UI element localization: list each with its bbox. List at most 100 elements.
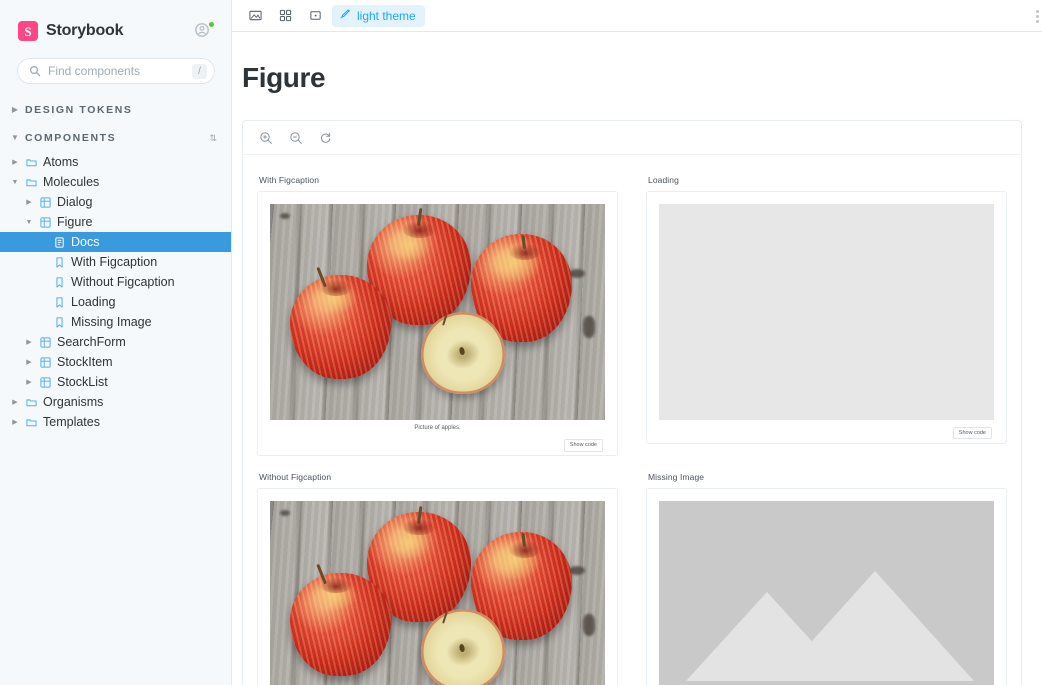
tree-item-label: SearchForm <box>57 335 126 349</box>
tree-item-loading[interactable]: Loading <box>0 292 231 312</box>
story-icon <box>54 276 65 288</box>
figcaption: Picture of apples. <box>414 425 461 431</box>
group-components[interactable]: ▼ COMPONENTS ⇅ <box>0 124 231 152</box>
component-tree: ▶ DESIGN TOKENS ▼ COMPONENTS ⇅ ▶ Atoms ▼ Mo… <box>0 84 231 432</box>
storybook-logo-icon: S <box>18 21 38 41</box>
sidebar-header: S Storybook <box>0 0 231 46</box>
chevron-right-icon[interactable]: ▶ <box>10 399 20 406</box>
component-icon <box>40 376 51 388</box>
toolbar-overflow[interactable] <box>1036 0 1040 32</box>
story-body: Picture of apples. <box>270 204 605 432</box>
brand[interactable]: S Storybook <box>18 21 124 41</box>
folder-icon <box>26 157 37 168</box>
show-code-button[interactable]: Show code <box>563 439 603 452</box>
tree-item-docs[interactable]: Docs <box>0 232 231 252</box>
chevron-down-icon[interactable]: ▼ <box>10 179 20 186</box>
component-icon <box>40 216 51 228</box>
chevron-right-icon[interactable]: ▶ <box>10 159 20 166</box>
chevron-right-icon[interactable]: ▶ <box>24 379 34 386</box>
tree-item-without-figcaption[interactable]: Without Figcaption <box>0 272 231 292</box>
tree-item-dialog[interactable]: ▶ Dialog <box>0 192 231 212</box>
chevron-right-icon[interactable]: ▶ <box>24 359 34 366</box>
story-missing-image: Missing Image Show code <box>646 464 1007 685</box>
figure: Picture of apples. <box>270 204 605 432</box>
tree-item-searchform[interactable]: ▶ SearchForm <box>0 332 231 352</box>
story-body <box>270 501 605 685</box>
story-footer: Show code <box>659 423 994 443</box>
tree-item-label: Figure <box>57 215 93 229</box>
tree-item-label: Dialog <box>57 195 93 209</box>
tree-item-atoms[interactable]: ▶ Atoms <box>0 152 231 172</box>
image-snapshot-icon[interactable] <box>242 4 268 28</box>
loading-skeleton <box>659 204 994 420</box>
story-body <box>659 501 994 685</box>
sidebar: S Storybook Find components / ▶ DESIGN T… <box>0 0 232 685</box>
tree-item-label: StockItem <box>57 355 113 369</box>
folder-icon <box>26 417 37 428</box>
theme-label: light theme <box>357 8 416 23</box>
search-input[interactable] <box>48 64 185 78</box>
grid-icon[interactable] <box>272 4 298 28</box>
tree-item-label: Missing Image <box>71 315 152 329</box>
story-without-figcaption: Without Figcaption Show code <box>257 464 618 685</box>
story-frame: Show code <box>257 488 618 685</box>
tree-item-stockitem[interactable]: ▶ StockItem <box>0 352 231 372</box>
tree-item-label: Molecules <box>43 175 100 189</box>
preview-card: With Figcaption Picture of apples. Show co… <box>242 120 1022 685</box>
story-label: Without Figcaption <box>259 472 332 483</box>
docs-page: Figure With Figcaption Picture of apples… <box>232 32 1042 685</box>
account-status-icon[interactable] <box>193 20 215 42</box>
chevron-down-icon: ▼ <box>11 133 19 142</box>
search-box[interactable]: / <box>17 58 215 84</box>
tree-item-figure[interactable]: ▼ Figure <box>0 212 231 232</box>
zoom-in-icon[interactable] <box>257 129 275 147</box>
paintbrush-icon <box>339 8 351 23</box>
tree-item-label: Without Figcaption <box>71 275 175 289</box>
figure <box>659 204 994 420</box>
tree-item-missing-image[interactable]: Missing Image <box>0 312 231 332</box>
component-icon <box>40 336 51 348</box>
chevron-right-icon[interactable]: ▶ <box>24 199 34 206</box>
tree-item-label: StockList <box>57 375 108 389</box>
more-vertical-icon <box>1036 9 1040 23</box>
story-label: Missing Image <box>648 472 705 483</box>
search-shortcut-badge: / <box>192 63 207 79</box>
stories-grid: With Figcaption Picture of apples. Show co… <box>243 155 1021 685</box>
outline-box-icon[interactable] <box>302 4 328 28</box>
apples-photo <box>270 501 605 685</box>
folder-icon <box>26 177 37 188</box>
tree-item-with-figcaption[interactable]: With Figcaption <box>0 252 231 272</box>
story-footer: Show code <box>270 435 605 455</box>
tree-item-molecules[interactable]: ▼ Molecules <box>0 172 231 192</box>
docs-inner: Figure With Figcaption Picture of apples… <box>232 32 1042 685</box>
component-icon <box>40 356 51 368</box>
tree-item-label: Organisms <box>43 395 104 409</box>
chevron-right-icon[interactable]: ▶ <box>24 339 34 346</box>
expand-all-icon[interactable]: ⇅ <box>209 133 217 143</box>
tree-item-stocklist[interactable]: ▶ StockList <box>0 372 231 392</box>
search-container: / <box>0 46 231 84</box>
tree-item-templates[interactable]: ▶ Templates <box>0 412 231 432</box>
zoom-out-icon[interactable] <box>287 129 305 147</box>
chevron-right-icon: ▶ <box>11 105 19 114</box>
component-icon <box>40 196 51 208</box>
theme-toggle-button[interactable]: light theme <box>332 4 425 27</box>
story-icon <box>54 316 65 328</box>
docs-icon <box>54 236 65 248</box>
story-icon <box>54 256 65 268</box>
zoom-reset-icon[interactable] <box>317 129 335 147</box>
chevron-right-icon[interactable]: ▶ <box>10 419 20 426</box>
show-code-button[interactable]: Show code <box>952 426 992 440</box>
story-frame: Show code <box>646 191 1007 444</box>
apples-photo <box>270 204 605 420</box>
chevron-down-icon[interactable]: ▼ <box>24 219 34 226</box>
group-design-tokens[interactable]: ▶ DESIGN TOKENS <box>0 96 231 124</box>
preview-toolbar: light theme <box>232 0 1042 32</box>
story-with-figcaption: With Figcaption Picture of apples. Show co… <box>257 167 618 464</box>
tree-item-organisms[interactable]: ▶ Organisms <box>0 392 231 412</box>
tree-item-label: Atoms <box>43 155 79 169</box>
storybook-app: S Storybook Find components / ▶ DESIGN T… <box>0 0 1042 685</box>
story-body <box>659 204 994 420</box>
group-label: COMPONENTS <box>25 132 117 144</box>
group-label: DESIGN TOKENS <box>25 104 133 116</box>
